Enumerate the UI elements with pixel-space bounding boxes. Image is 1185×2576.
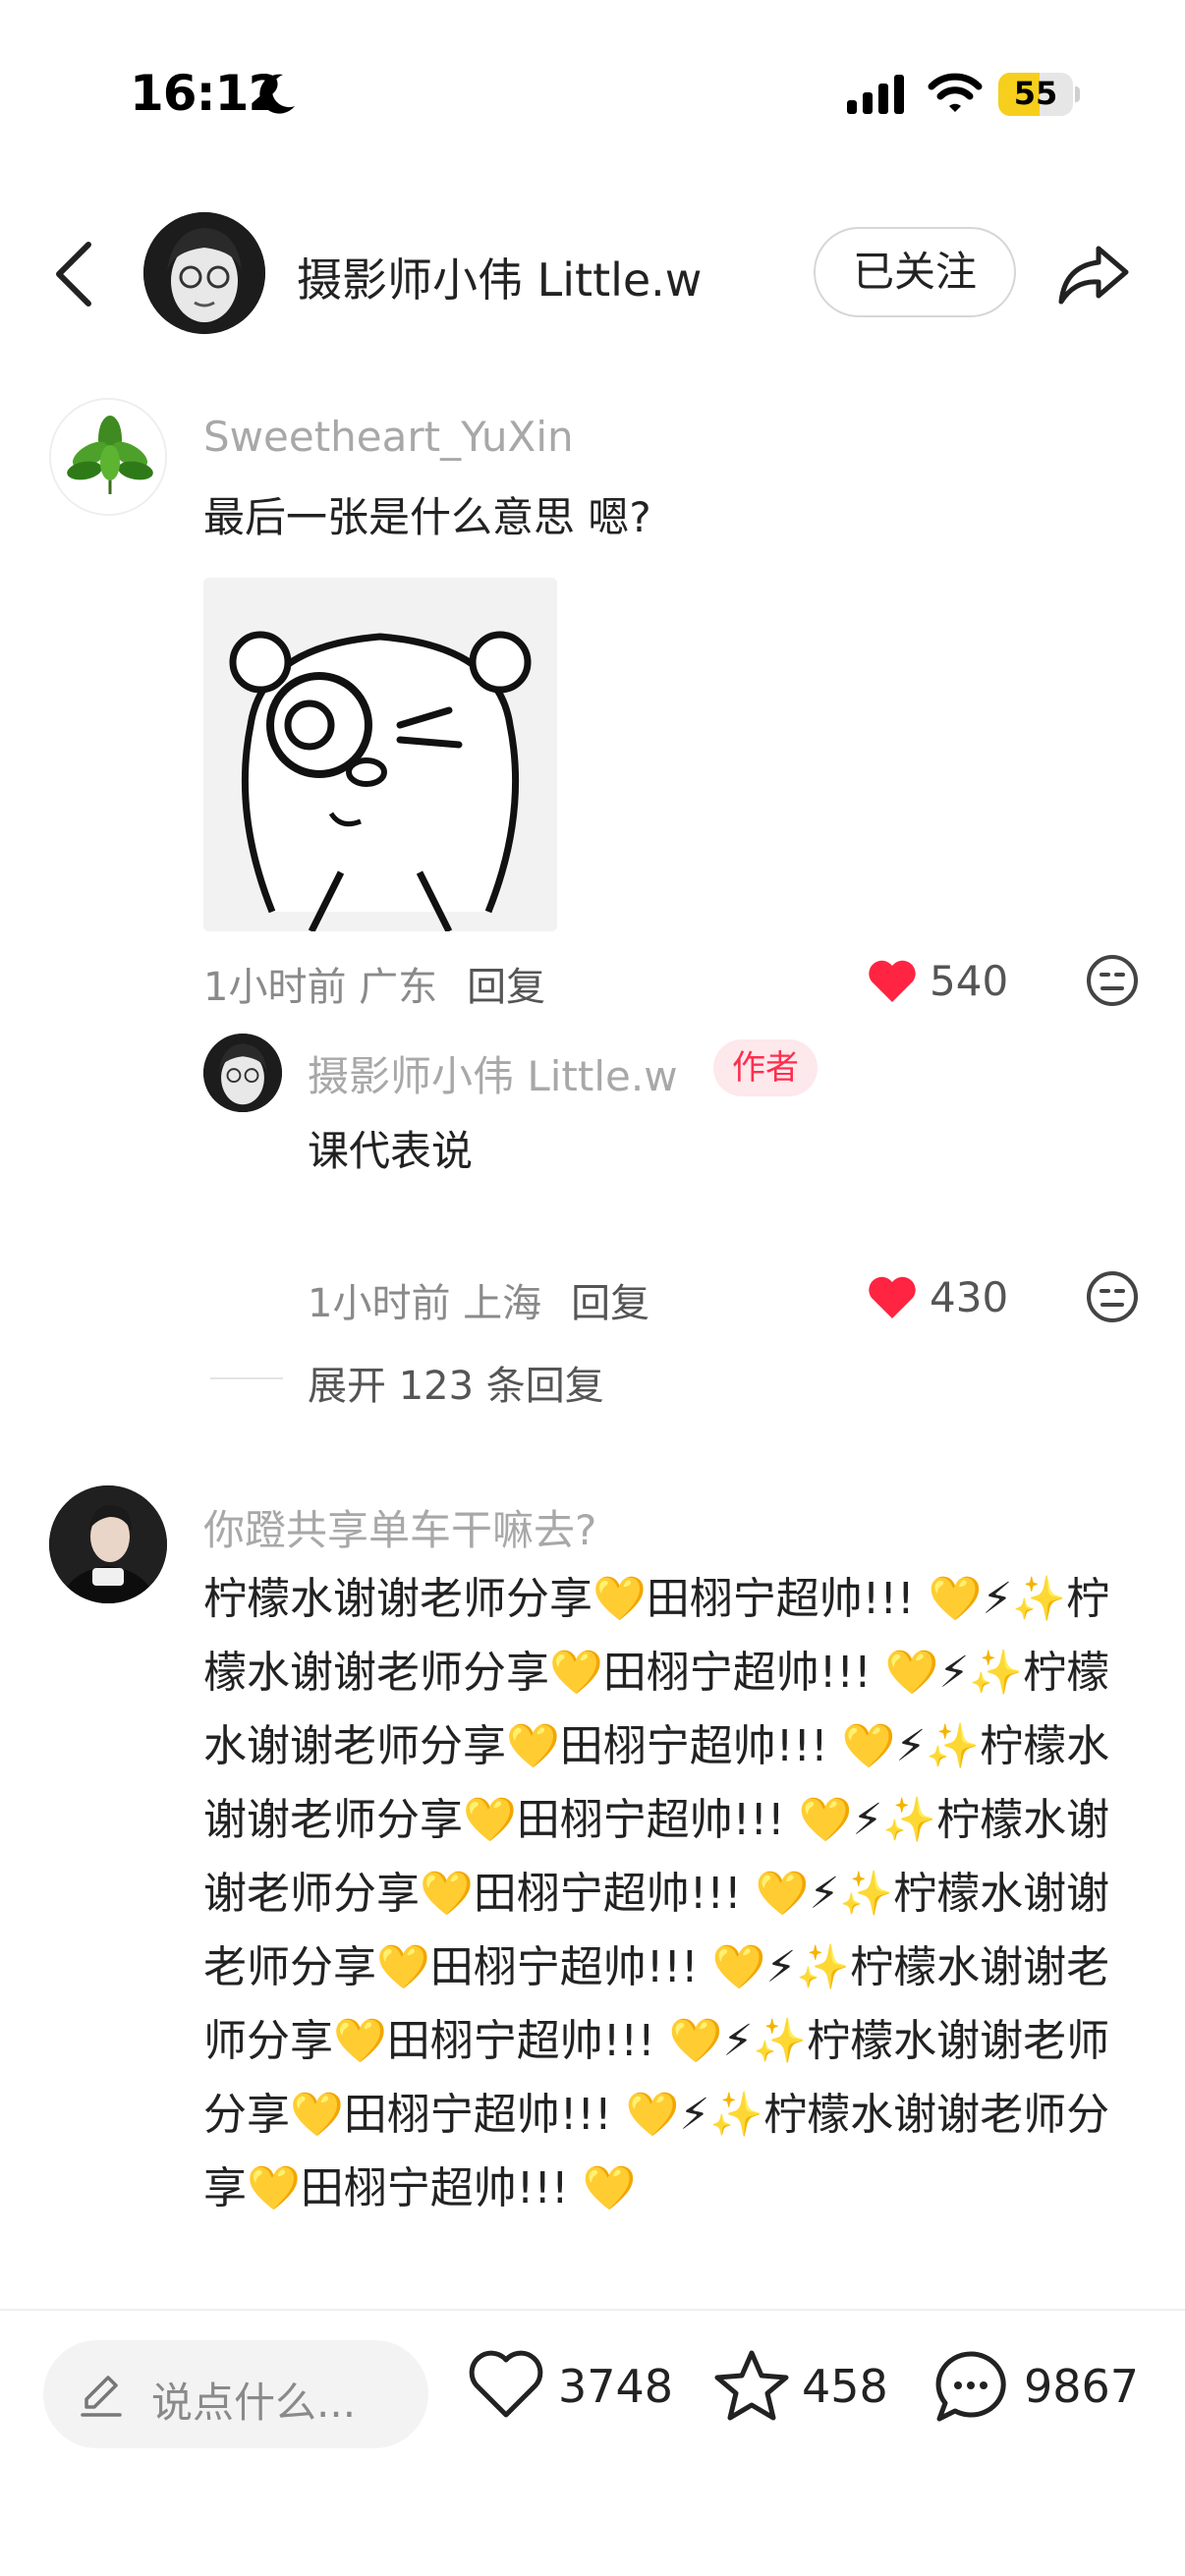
author-avatar[interactable]: [143, 212, 265, 334]
comment-text: 最后一张是什么意思 嗯?: [203, 493, 651, 541]
post-header: 摄影师小伟 Little.w 已关注: [0, 201, 1185, 344]
expand-divider: [210, 1377, 283, 1379]
moon-icon: [259, 74, 295, 114]
reply-button[interactable]: 回复: [571, 1281, 649, 1326]
follow-button[interactable]: 已关注: [814, 227, 1016, 317]
heart-icon[interactable]: [867, 959, 918, 1004]
status-bar: 16:12 55: [0, 0, 1185, 187]
pencil-icon: [81, 2376, 122, 2417]
author-name[interactable]: 摄影师小伟 Little.w: [297, 245, 702, 309]
comment-meta: 1小时前 广东 回复: [203, 955, 545, 1012]
comment-like-count: 540: [930, 957, 1009, 1005]
reply-like-count: 430: [930, 1273, 1009, 1321]
reply-meta: 1小时前 上海 回复: [308, 1271, 649, 1328]
expand-replies-button[interactable]: 展开 123 条回复: [308, 1354, 604, 1411]
reply-button[interactable]: 回复: [467, 965, 545, 1010]
reply-time-location: 1小时前 上海: [308, 1281, 542, 1326]
comment-sticker-image[interactable]: [203, 578, 557, 931]
reply-like-button[interactable]: 430: [867, 1269, 1034, 1328]
reply-author-avatar[interactable]: [203, 1034, 282, 1112]
post-favorite-button[interactable]: 458: [713, 2348, 910, 2436]
post-comment-count: 9867: [1024, 2360, 1140, 2413]
commenter-avatar[interactable]: [49, 398, 167, 516]
reply-text: 课代表说: [308, 1127, 474, 1175]
comment-time-location: 1小时前 广东: [203, 965, 438, 1010]
post-comment-button[interactable]: 9867: [931, 2348, 1157, 2436]
emoji-face-icon[interactable]: [1085, 953, 1140, 1008]
battery-percent: 55: [1013, 75, 1058, 112]
emoji-face-icon[interactable]: [1085, 1269, 1140, 1324]
share-icon[interactable]: [1055, 241, 1134, 309]
comment-input-placeholder: 说点什么...: [151, 2379, 357, 2427]
post-favorite-count: 458: [802, 2360, 888, 2413]
battery-indicator: 55: [998, 73, 1080, 116]
post-like-button[interactable]: 3748: [468, 2348, 684, 2436]
comment-username[interactable]: 你蹬共享单车干嘛去?: [203, 1497, 596, 1557]
comment-text: 柠檬水谢谢老师分享💛田栩宁超帅!!! 💛⚡✨柠檬水谢谢老师分享💛田栩宁超帅!!!…: [203, 1574, 1110, 2213]
comment-bubble-icon[interactable]: [931, 2348, 1010, 2427]
heart-icon[interactable]: [867, 1275, 918, 1320]
commenter-avatar[interactable]: [49, 1485, 167, 1603]
star-icon[interactable]: [713, 2348, 790, 2423]
signal-icon: [847, 75, 904, 114]
comment-username[interactable]: Sweetheart_YuXin: [203, 413, 574, 461]
back-icon[interactable]: [45, 235, 104, 313]
author-badge: 作者: [713, 1039, 818, 1096]
bottom-action-bar: 说点什么... 3748 458 9867: [0, 2311, 1185, 2576]
heart-icon[interactable]: [468, 2348, 544, 2421]
comment-like-button[interactable]: 540: [867, 953, 1034, 1012]
post-like-count: 3748: [558, 2360, 674, 2413]
comment-input[interactable]: 说点什么...: [43, 2340, 428, 2448]
reply-username[interactable]: 摄影师小伟 Little.w: [308, 1043, 678, 1103]
wifi-icon: [928, 73, 983, 112]
